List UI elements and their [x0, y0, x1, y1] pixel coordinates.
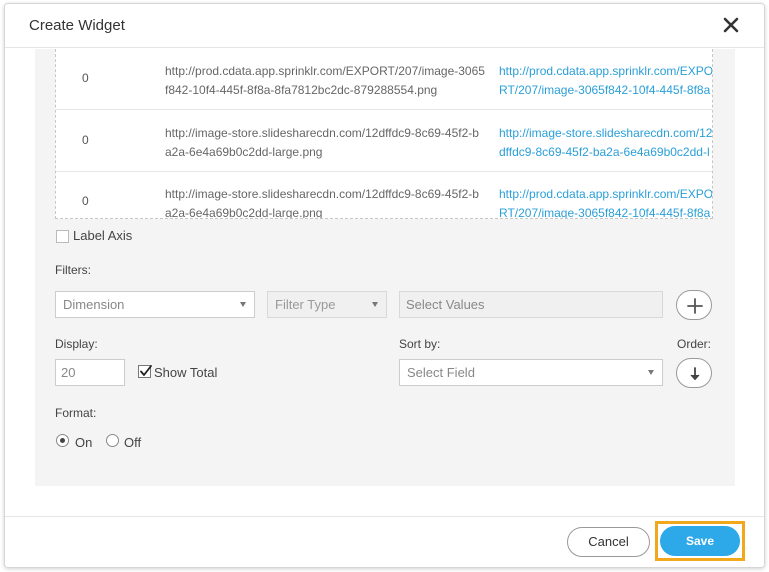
checkmark-icon	[140, 365, 152, 376]
table-row: 0 http://image-store.slidesharecdn.com/1…	[56, 172, 712, 219]
sort-field-select[interactable]: Select Field	[399, 359, 663, 386]
data-preview-table[interactable]: 0 http://prod.cdata.app.sprinklr.com/EXP…	[55, 49, 713, 219]
format-off-radio[interactable]	[106, 434, 119, 447]
sort-order-button[interactable]	[676, 358, 712, 388]
cancel-button[interactable]: Cancel	[567, 527, 650, 557]
format-off-label: Off	[124, 435, 142, 450]
row-value: 0	[82, 71, 89, 85]
dialog-header: Create Widget	[5, 4, 764, 48]
filters-label: Filters:	[55, 263, 91, 277]
row-value: 0	[82, 194, 89, 208]
dialog-title: Create Widget	[29, 17, 125, 34]
plus-icon	[687, 298, 703, 314]
chevron-down-icon	[372, 302, 378, 307]
show-total-checkbox[interactable]	[138, 365, 152, 378]
row-link[interactable]: http://prod.cdata.app.sprinklr.com/EXPOR…	[499, 185, 712, 218]
create-widget-dialog: Create Widget 0 http://prod.cdata.app.sp…	[4, 3, 765, 568]
close-button[interactable]	[720, 14, 742, 36]
label-axis-checkbox[interactable]	[56, 230, 69, 243]
filter-type-select[interactable]: Filter Type	[267, 291, 387, 318]
add-filter-button[interactable]	[676, 290, 712, 320]
select-values-input[interactable]: Select Values	[399, 291, 663, 318]
close-icon	[723, 17, 739, 33]
chevron-down-icon	[648, 370, 654, 375]
sort-by-label: Sort by:	[399, 337, 441, 351]
table-row: 0 http://image-store.slidesharecdn.com/1…	[56, 111, 712, 172]
dimension-select[interactable]: Dimension	[55, 291, 255, 318]
label-axis-label: Label Axis	[73, 228, 133, 243]
format-on-radio[interactable]	[56, 434, 69, 447]
format-on-label: On	[75, 435, 93, 450]
row-url: http://image-store.slidesharecdn.com/12d…	[165, 187, 479, 219]
sort-field-select-value: Select Field	[407, 365, 475, 380]
arrow-down-icon	[690, 367, 700, 381]
order-label: Order:	[677, 337, 712, 351]
row-link[interactable]: http://image-store.slidesharecdn.com/12d…	[499, 124, 712, 162]
format-label: Format:	[55, 406, 97, 420]
chevron-down-icon	[240, 302, 246, 307]
dimension-select-value: Dimension	[63, 297, 125, 312]
row-value: 0	[82, 133, 89, 147]
show-total-label: Show Total	[154, 365, 218, 380]
display-count-input[interactable]: 20	[55, 359, 125, 386]
display-label: Display:	[55, 337, 98, 351]
filter-type-select-value: Filter Type	[275, 297, 336, 312]
widget-settings-panel: 0 http://prod.cdata.app.sprinklr.com/EXP…	[35, 49, 735, 486]
table-row: 0 http://prod.cdata.app.sprinklr.com/EXP…	[56, 49, 712, 110]
select-values-placeholder: Select Values	[406, 297, 485, 312]
row-link[interactable]: http://prod.cdata.app.sprinklr.com/EXPOR…	[499, 62, 712, 100]
row-url: http://image-store.slidesharecdn.com/12d…	[165, 126, 479, 159]
row-url: http://prod.cdata.app.sprinklr.com/EXPOR…	[165, 64, 485, 97]
save-button[interactable]: Save	[660, 526, 740, 556]
dialog-footer: Cancel Save	[5, 516, 764, 567]
